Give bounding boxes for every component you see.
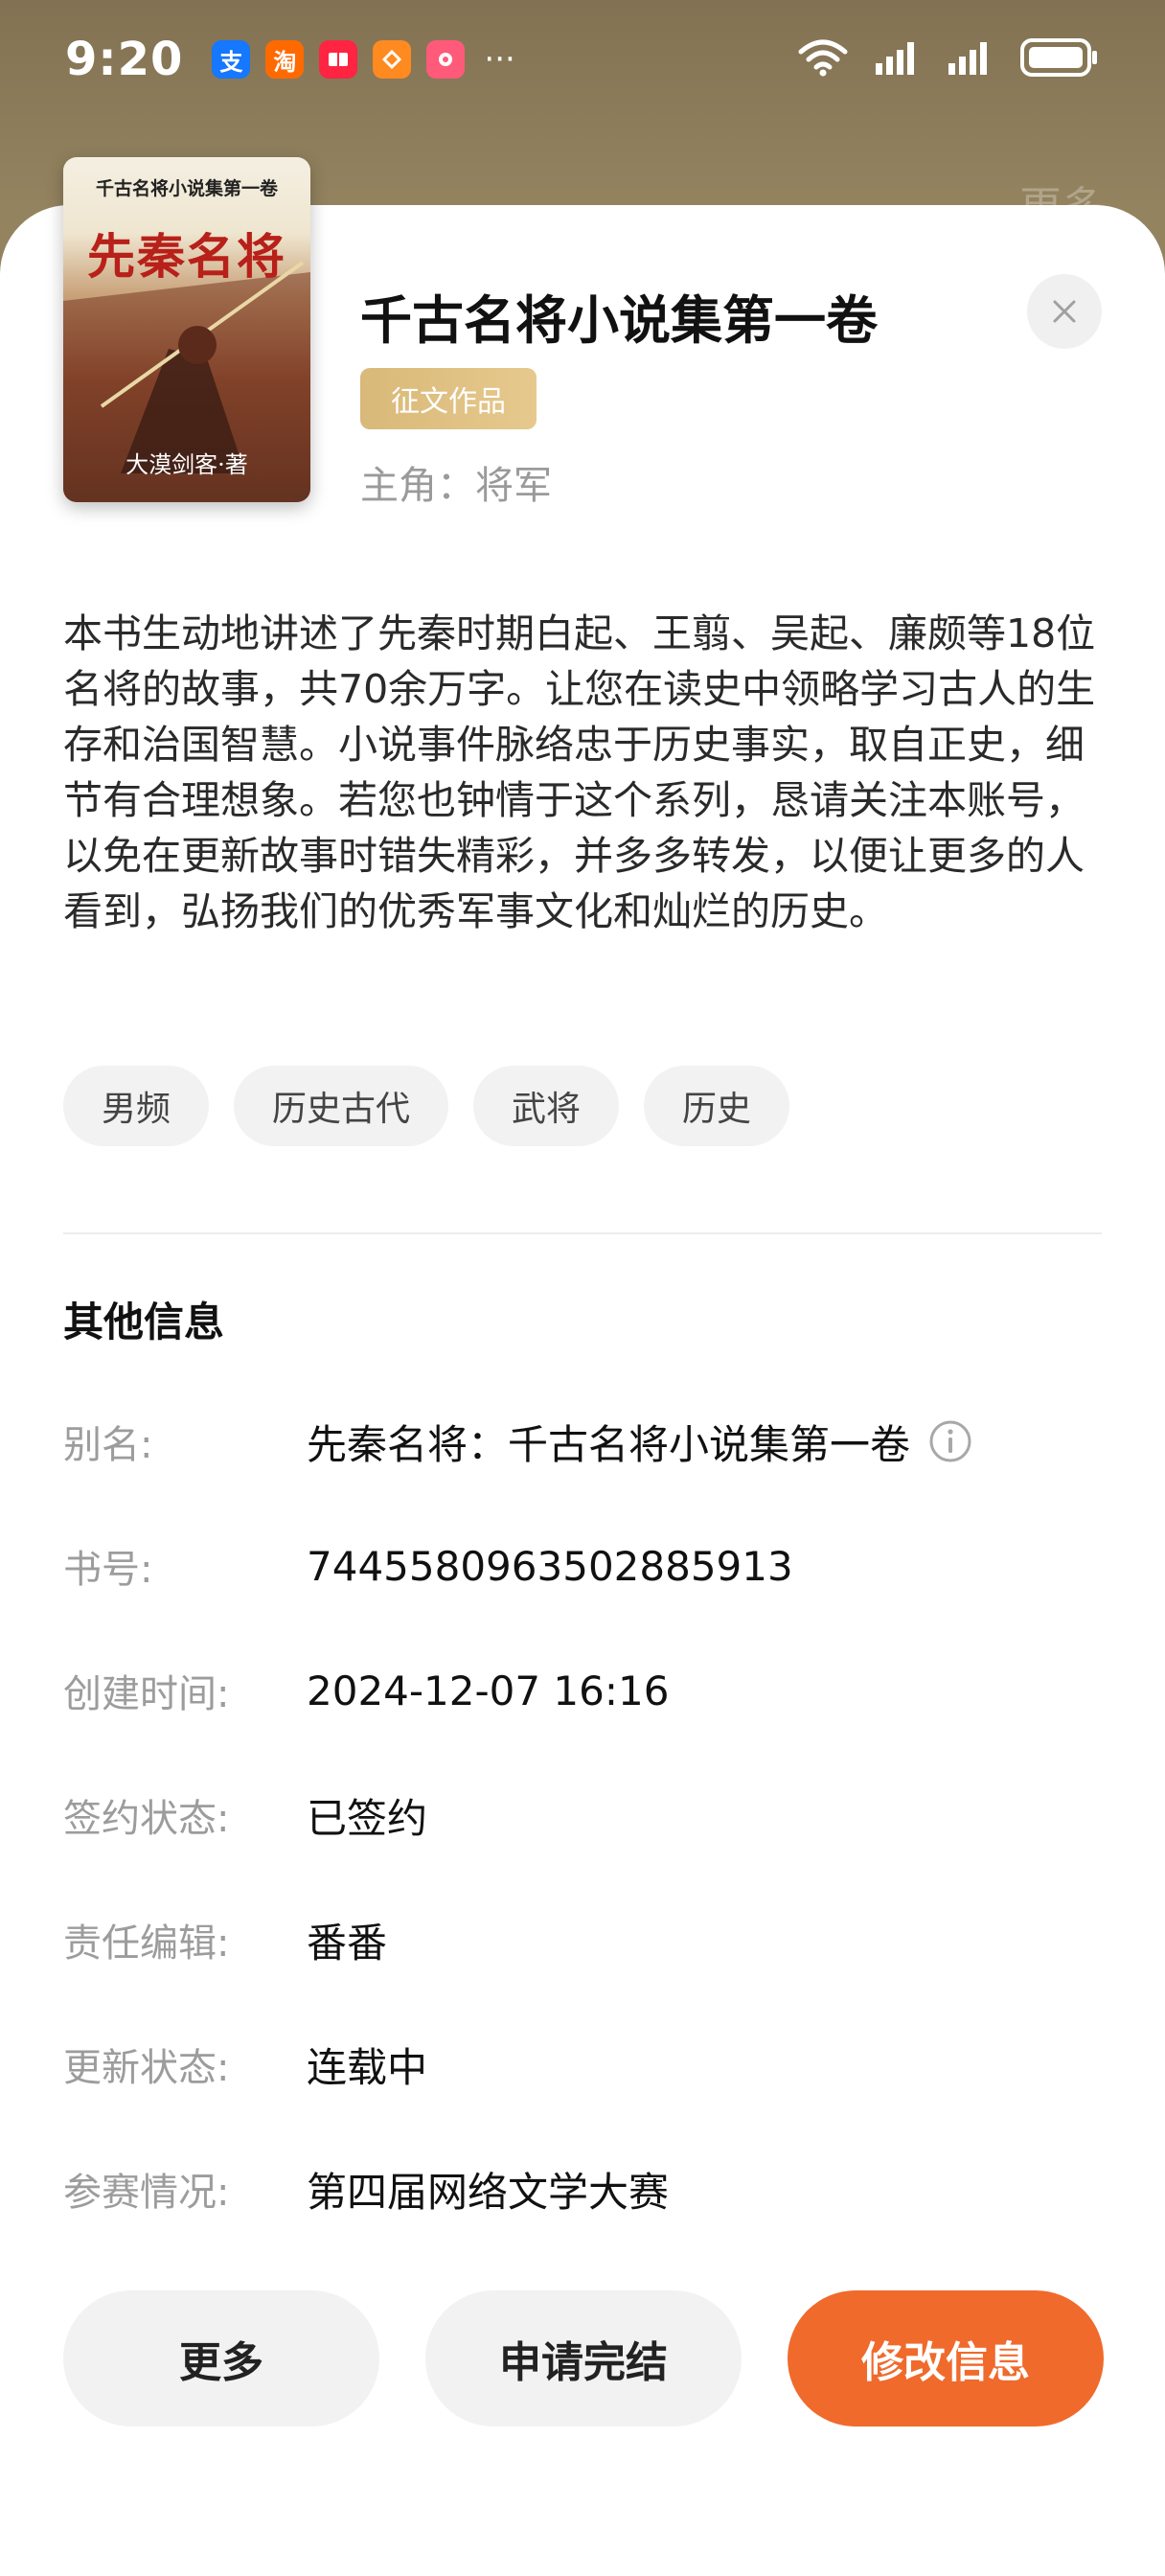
battery-icon	[1019, 36, 1100, 82]
more-button[interactable]: 更多	[63, 2290, 379, 2426]
contest-badge: 征文作品	[360, 368, 537, 429]
tag-item[interactable]: 男频	[63, 1066, 210, 1146]
signal-icon-2	[947, 38, 994, 80]
close-icon	[1053, 300, 1076, 323]
edit-info-button[interactable]: 修改信息	[788, 2290, 1104, 2426]
book-title: 千古名将小说集第一卷	[360, 290, 878, 351]
info-label: 责任编辑:	[63, 1921, 230, 1966]
action-bar: 更多 申请完结 修改信息	[63, 2290, 1104, 2426]
info-label: 别名:	[63, 1423, 153, 1467]
tag-list: 男频 历史古代 武将 历史	[63, 1066, 790, 1146]
alipay-icon: 支	[212, 40, 251, 79]
wifi-icon	[797, 38, 849, 80]
info-value: 先秦名将：千古名将小说集第一卷	[307, 1413, 973, 1471]
tag-item[interactable]: 历史古代	[234, 1066, 449, 1146]
status-time: 9:20	[65, 33, 184, 86]
protagonist-text: 主角：将军	[360, 464, 552, 508]
cover-series-text: 千古名将小说集第一卷	[95, 178, 278, 199]
info-row-alias: 别名: 先秦名将：千古名将小说集第一卷	[63, 1413, 1108, 1470]
info-label: 参赛情况:	[63, 2171, 230, 2215]
cover-title-text: 先秦名将	[87, 228, 286, 285]
signal-icon	[874, 38, 922, 80]
tag-item[interactable]: 历史	[644, 1066, 790, 1146]
info-label: 更新状态:	[63, 2046, 230, 2090]
orange-app-icon	[373, 40, 412, 79]
info-circle-icon[interactable]	[927, 1418, 973, 1464]
other-info-title: 其他信息	[63, 1299, 225, 1346]
info-row-editor: 责任编辑: 番番	[63, 1911, 1108, 1968]
info-row-book-id: 书号: 7445580963502885913	[63, 1537, 1108, 1595]
close-button[interactable]	[1027, 274, 1102, 349]
info-value: 第四届网络文学大赛	[307, 2168, 670, 2216]
taobao-icon: 淘	[265, 40, 305, 79]
info-value: 番番	[307, 1919, 388, 1966]
book-description: 本书生动地讲述了先秦时期白起、王翦、吴起、廉颇等18位名将的故事，共70余万字。…	[63, 610, 1096, 934]
info-label: 签约状态:	[63, 1797, 230, 1841]
info-label: 书号:	[63, 1548, 153, 1592]
info-value: 已签约	[307, 1794, 428, 1842]
tag-item[interactable]: 武将	[473, 1066, 620, 1146]
cover-author-text: 大漠剑客·著	[126, 451, 248, 478]
book-cover: 千古名将小说集第一卷 先秦名将 大漠剑客·著	[63, 157, 310, 502]
red-book-icon	[319, 40, 358, 79]
info-value: 2024-12-07 16:16	[307, 1667, 670, 1714]
info-value: 7445580963502885913	[307, 1542, 793, 1590]
info-row-update-status: 更新状态: 连载中	[63, 2036, 1108, 2093]
section-divider	[63, 1232, 1102, 1234]
status-bar: 9:20 支 淘 ···	[0, 0, 1165, 119]
info-label: 创建时间:	[63, 1672, 230, 1716]
alias-value: 先秦名将：千古名将小说集第一卷	[307, 1420, 911, 1468]
info-row-created: 创建时间: 2024-12-07 16:16	[63, 1662, 1108, 1719]
info-row-contest: 参赛情况: 第四届网络文学大赛	[63, 2160, 1108, 2218]
pink-app-icon	[426, 40, 466, 79]
info-value: 连载中	[307, 2043, 428, 2091]
more-notifications-icon: ···	[484, 40, 515, 79]
info-row-contract: 签约状态: 已签约	[63, 1786, 1108, 1844]
book-info-sheet	[0, 205, 1165, 2576]
apply-finish-button[interactable]: 申请完结	[425, 2290, 742, 2426]
